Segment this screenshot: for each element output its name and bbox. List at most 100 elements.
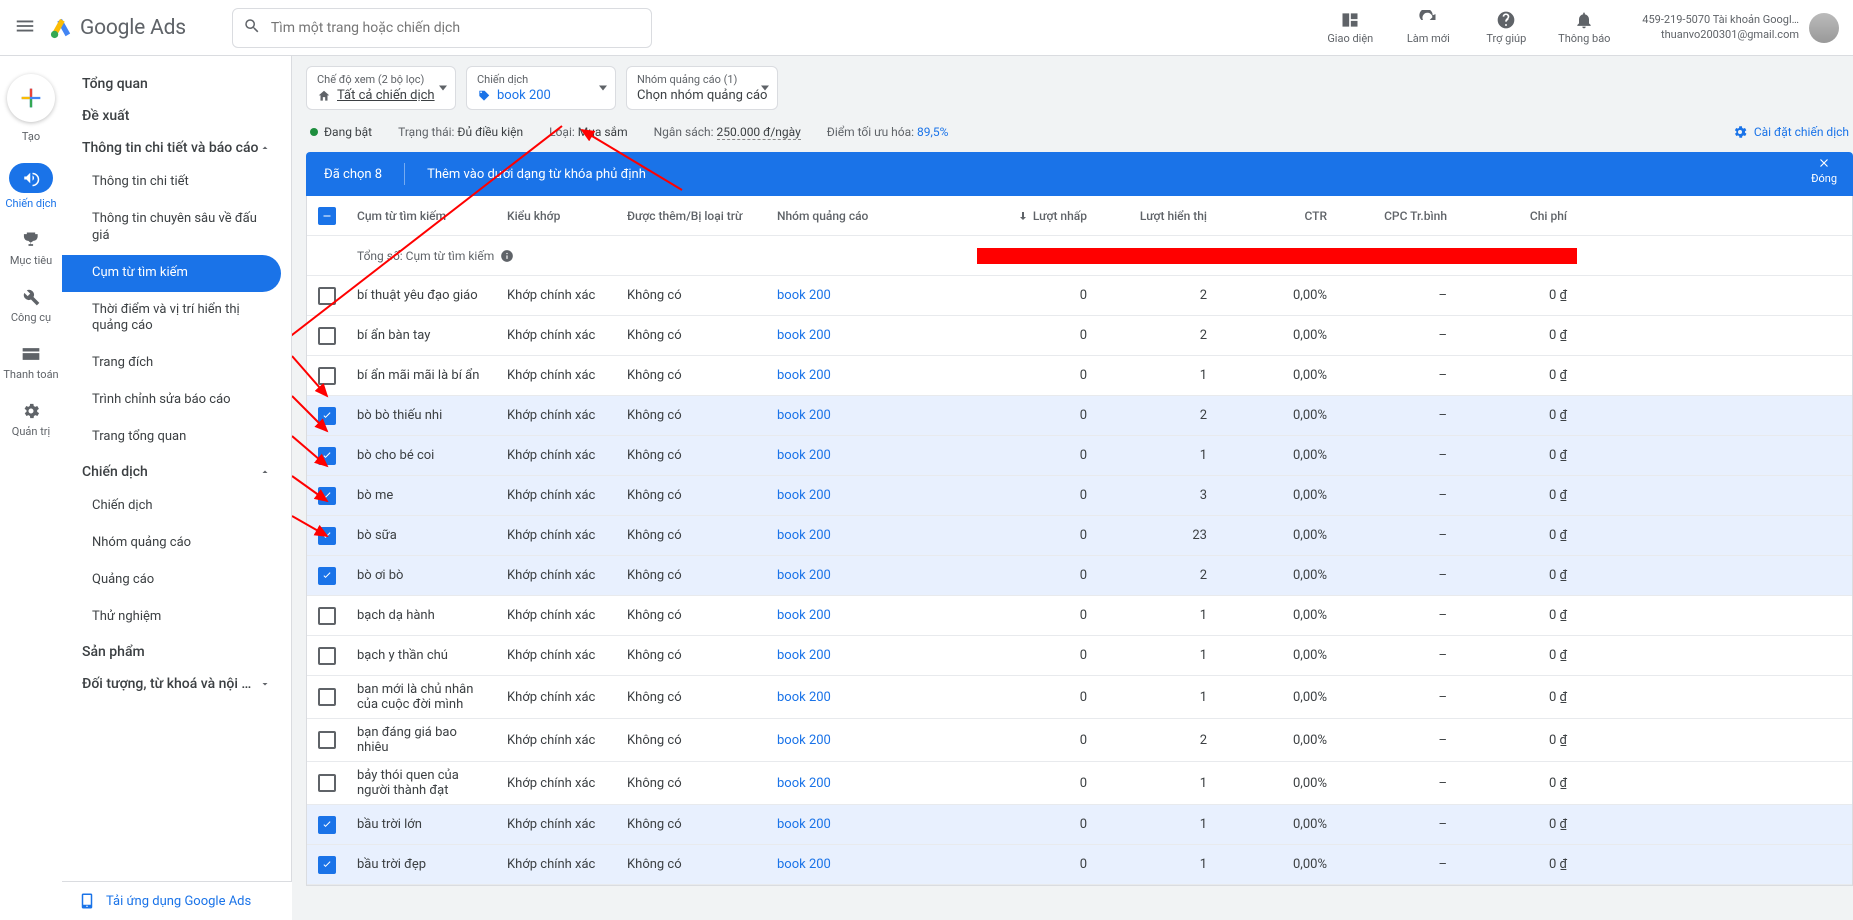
nav-search-terms[interactable]: Cụm từ tìm kiếm (62, 255, 281, 292)
search-box[interactable] (232, 8, 652, 48)
nav-insights[interactable]: Thông tin chi tiết (62, 164, 291, 201)
row-checkbox[interactable] (318, 774, 336, 792)
col-clicks[interactable]: Lượt nhấp (977, 209, 1097, 223)
nav-report-editor[interactable]: Trình chỉnh sửa báo cáo (62, 382, 291, 419)
nav-campaigns-group[interactable]: Chiến dịch (62, 456, 291, 488)
appearance-button[interactable]: Giao diện (1318, 10, 1382, 45)
rail-tools[interactable]: Công cụ (1, 279, 61, 332)
row-checkbox[interactable] (318, 567, 336, 585)
google-ads-icon (50, 17, 72, 39)
status-budget[interactable]: Ngân sách: 250.000 đ/ngày (654, 125, 801, 139)
cell-cost: 0 ₫ (1457, 368, 1577, 383)
row-checkbox[interactable] (318, 287, 336, 305)
cell-match: Khớp chính xác (497, 608, 617, 623)
content: Chế độ xem (2 bộ lọc) Tất cả chiến dịch … (292, 56, 1853, 920)
cell-adgroup[interactable]: book 200 (767, 408, 977, 423)
cell-term: bầu trời lớn (347, 817, 497, 832)
row-checkbox[interactable] (318, 856, 336, 874)
col-cpc[interactable]: CPC Tr.bình (1337, 209, 1457, 223)
nav-adgroups[interactable]: Nhóm quảng cáo (62, 525, 291, 562)
cell-adgroup[interactable]: book 200 (767, 776, 977, 791)
scope-adgroup[interactable]: Nhóm quảng cáo (1) Chọn nhóm quảng cáo (626, 66, 778, 110)
cell-impr: 1 (1097, 448, 1217, 463)
col-ctr[interactable]: CTR (1217, 209, 1337, 223)
col-impr[interactable]: Lượt hiển thị (1097, 209, 1217, 223)
cell-ctr: 0,00% (1217, 608, 1337, 623)
nav-landing[interactable]: Trang đích (62, 345, 291, 382)
rail-billing[interactable]: Thanh toán (1, 336, 61, 389)
close-selection-button[interactable]: Đóng (1811, 156, 1837, 185)
nav-insights-group[interactable]: Thông tin chi tiết và báo cáo (62, 132, 291, 164)
cell-adgroup[interactable]: book 200 (767, 368, 977, 383)
help-button[interactable]: Trợ giúp (1474, 10, 1538, 45)
logo[interactable]: Google Ads (50, 16, 186, 40)
status-type: Loại: Mua sắm (549, 125, 628, 139)
row-checkbox[interactable] (318, 688, 336, 706)
notifications-button[interactable]: Thông báo (1552, 10, 1616, 45)
cell-adgroup[interactable]: book 200 (767, 568, 977, 583)
col-match[interactable]: Kiểu khớp (497, 209, 617, 223)
nav-dashboard[interactable]: Trang tổng quan (62, 419, 291, 456)
cell-adgroup[interactable]: book 200 (767, 690, 977, 705)
row-checkbox[interactable] (318, 816, 336, 834)
status-enabled: Đang bật (310, 125, 372, 139)
cell-cost: 0 ₫ (1457, 608, 1577, 623)
col-added[interactable]: Được thêm/Bị loại trừ (617, 209, 767, 223)
rail-campaigns[interactable]: Chiến dịch (1, 155, 61, 218)
help-label: Trợ giúp (1486, 32, 1526, 45)
row-checkbox[interactable] (318, 367, 336, 385)
row-checkbox[interactable] (318, 527, 336, 545)
cell-adgroup[interactable]: book 200 (767, 817, 977, 832)
create-button[interactable]: Tạo (1, 66, 61, 151)
cell-added: Không có (617, 733, 767, 748)
table-row: bạch dạ hànhKhớp chính xácKhông cóbook 2… (307, 596, 1852, 636)
rail-goals[interactable]: Mục tiêu (1, 222, 61, 275)
download-app-link[interactable]: Tải ứng dụng Google Ads (62, 881, 292, 920)
refresh-button[interactable]: Làm mới (1396, 10, 1460, 45)
cell-adgroup[interactable]: book 200 (767, 857, 977, 872)
rail-goals-label: Mục tiêu (10, 254, 52, 267)
cell-cost: 0 ₫ (1457, 528, 1577, 543)
cell-cpc: – (1337, 328, 1457, 343)
avatar[interactable] (1809, 13, 1839, 43)
cell-adgroup[interactable]: book 200 (767, 448, 977, 463)
cell-adgroup[interactable]: book 200 (767, 733, 977, 748)
select-all-checkbox[interactable] (318, 207, 336, 225)
nav-audiences[interactable]: Đối tượng, từ khoá và nội … (62, 668, 291, 700)
nav-ads[interactable]: Quảng cáo (62, 562, 291, 599)
nav-products[interactable]: Sản phẩm (62, 636, 291, 668)
campaign-settings-link[interactable]: Cài đặt chiến dịch (1732, 124, 1849, 140)
search-input[interactable] (271, 20, 641, 36)
row-checkbox[interactable] (318, 447, 336, 465)
cell-adgroup[interactable]: book 200 (767, 648, 977, 663)
nav-experiments[interactable]: Thử nghiệm (62, 599, 291, 636)
cell-adgroup[interactable]: book 200 (767, 528, 977, 543)
rail-admin[interactable]: Quản trị (1, 393, 61, 446)
col-adgroup[interactable]: Nhóm quảng cáo (767, 209, 977, 223)
account-switcher[interactable]: 459-219-5070 Tài khoản Googl… thuanvo200… (1642, 13, 1839, 43)
nav-recommendations[interactable]: Đề xuất (62, 100, 291, 132)
nav-overview[interactable]: Tổng quan (62, 68, 291, 100)
cell-adgroup[interactable]: book 200 (767, 488, 977, 503)
row-checkbox[interactable] (318, 487, 336, 505)
cell-adgroup[interactable]: book 200 (767, 608, 977, 623)
row-checkbox[interactable] (318, 731, 336, 749)
nav-when-where[interactable]: Thời điểm và vị trí hiển thị quảng cáo (62, 292, 291, 346)
scope-view[interactable]: Chế độ xem (2 bộ lọc) Tất cả chiến dịch (306, 66, 456, 110)
row-checkbox[interactable] (318, 647, 336, 665)
add-negative-keywords-button[interactable]: Thêm vào dưới dạng từ khóa phủ định (427, 167, 646, 182)
nav-auction[interactable]: Thông tin chuyên sâu về đấu giá (62, 201, 291, 255)
cell-adgroup[interactable]: book 200 (767, 328, 977, 343)
table-row: bí ẩn bàn tayKhớp chính xácKhông cóbook … (307, 316, 1852, 356)
row-checkbox[interactable] (318, 407, 336, 425)
menu-icon[interactable] (14, 15, 36, 41)
nav-campaigns[interactable]: Chiến dịch (62, 488, 291, 525)
cell-ctr: 0,00% (1217, 528, 1337, 543)
col-cost[interactable]: Chi phí (1457, 209, 1577, 223)
info-icon[interactable] (500, 249, 514, 263)
row-checkbox[interactable] (318, 327, 336, 345)
row-checkbox[interactable] (318, 607, 336, 625)
cell-adgroup[interactable]: book 200 (767, 288, 977, 303)
col-term[interactable]: Cụm từ tìm kiếm (347, 209, 497, 223)
scope-campaign[interactable]: Chiến dịch book 200 (466, 66, 616, 110)
